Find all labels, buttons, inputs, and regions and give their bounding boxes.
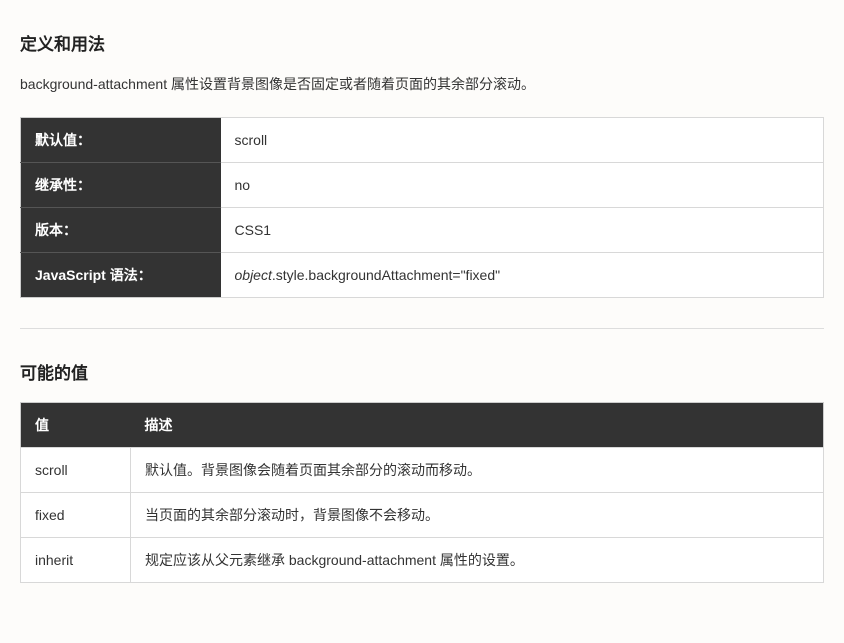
col-header-desc: 描述: [131, 403, 824, 448]
def-label: 继承性：: [21, 163, 221, 208]
values-heading: 可能的值: [20, 359, 824, 384]
table-row: 继承性： no: [21, 163, 824, 208]
js-object-italic: object: [235, 267, 272, 283]
table-header-row: 值 描述: [21, 403, 824, 448]
value-cell: scroll: [21, 448, 131, 493]
definition-heading: 定义和用法: [20, 30, 824, 55]
definition-section: 定义和用法 background-attachment 属性设置背景图像是否固定…: [20, 30, 824, 298]
def-value: no: [221, 163, 824, 208]
desc-cell: 当页面的其余部分滚动时，背景图像不会移动。: [131, 493, 824, 538]
col-header-value: 值: [21, 403, 131, 448]
def-value: object.style.backgroundAttachment="fixed…: [221, 253, 824, 298]
def-label: 默认值：: [21, 118, 221, 163]
desc-cell: 默认值。背景图像会随着页面其余部分的滚动而移动。: [131, 448, 824, 493]
values-section: 可能的值 值 描述 scroll 默认值。背景图像会随着页面其余部分的滚动而移动…: [20, 359, 824, 583]
table-row: JavaScript 语法： object.style.backgroundAt…: [21, 253, 824, 298]
def-value: scroll: [221, 118, 824, 163]
table-row: scroll 默认值。背景图像会随着页面其余部分的滚动而移动。: [21, 448, 824, 493]
table-row: 默认值： scroll: [21, 118, 824, 163]
value-cell: fixed: [21, 493, 131, 538]
def-value: CSS1: [221, 208, 824, 253]
def-label: JavaScript 语法：: [21, 253, 221, 298]
definition-table: 默认值： scroll 继承性： no 版本： CSS1 JavaScript …: [20, 117, 824, 298]
values-table: 值 描述 scroll 默认值。背景图像会随着页面其余部分的滚动而移动。 fix…: [20, 402, 824, 583]
section-divider: [20, 328, 824, 329]
definition-description: background-attachment 属性设置背景图像是否固定或者随着页面…: [20, 73, 824, 95]
table-row: fixed 当页面的其余部分滚动时，背景图像不会移动。: [21, 493, 824, 538]
def-label: 版本：: [21, 208, 221, 253]
js-syntax-rest: .style.backgroundAttachment="fixed": [272, 267, 500, 283]
table-row: 版本： CSS1: [21, 208, 824, 253]
